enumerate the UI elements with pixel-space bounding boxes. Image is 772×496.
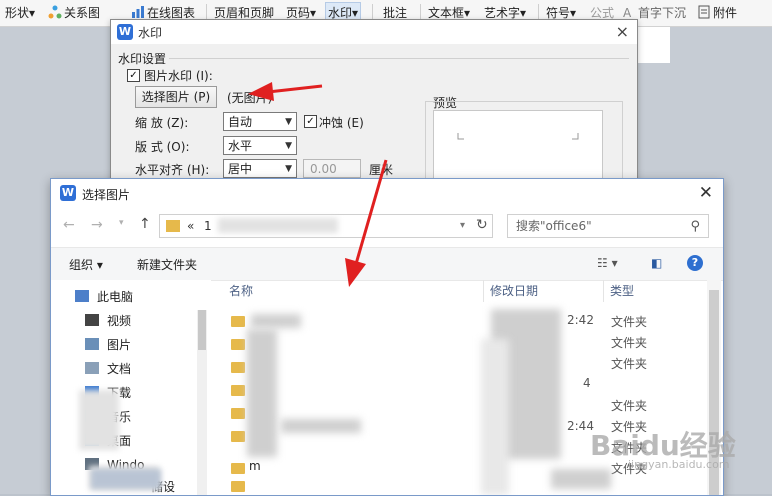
baidu-jingyan-watermark: Baidu经验 jingyan.baidu.com bbox=[590, 424, 765, 472]
red-arrow-annotations bbox=[248, 82, 388, 287]
brand-url: jingyan.baidu.com bbox=[628, 458, 730, 471]
red-arrow-to-file-list bbox=[354, 159, 388, 265]
red-arrow-to-choose-button bbox=[267, 84, 323, 94]
red-arrow-head bbox=[345, 258, 366, 287]
red-arrow-head bbox=[248, 82, 274, 101]
